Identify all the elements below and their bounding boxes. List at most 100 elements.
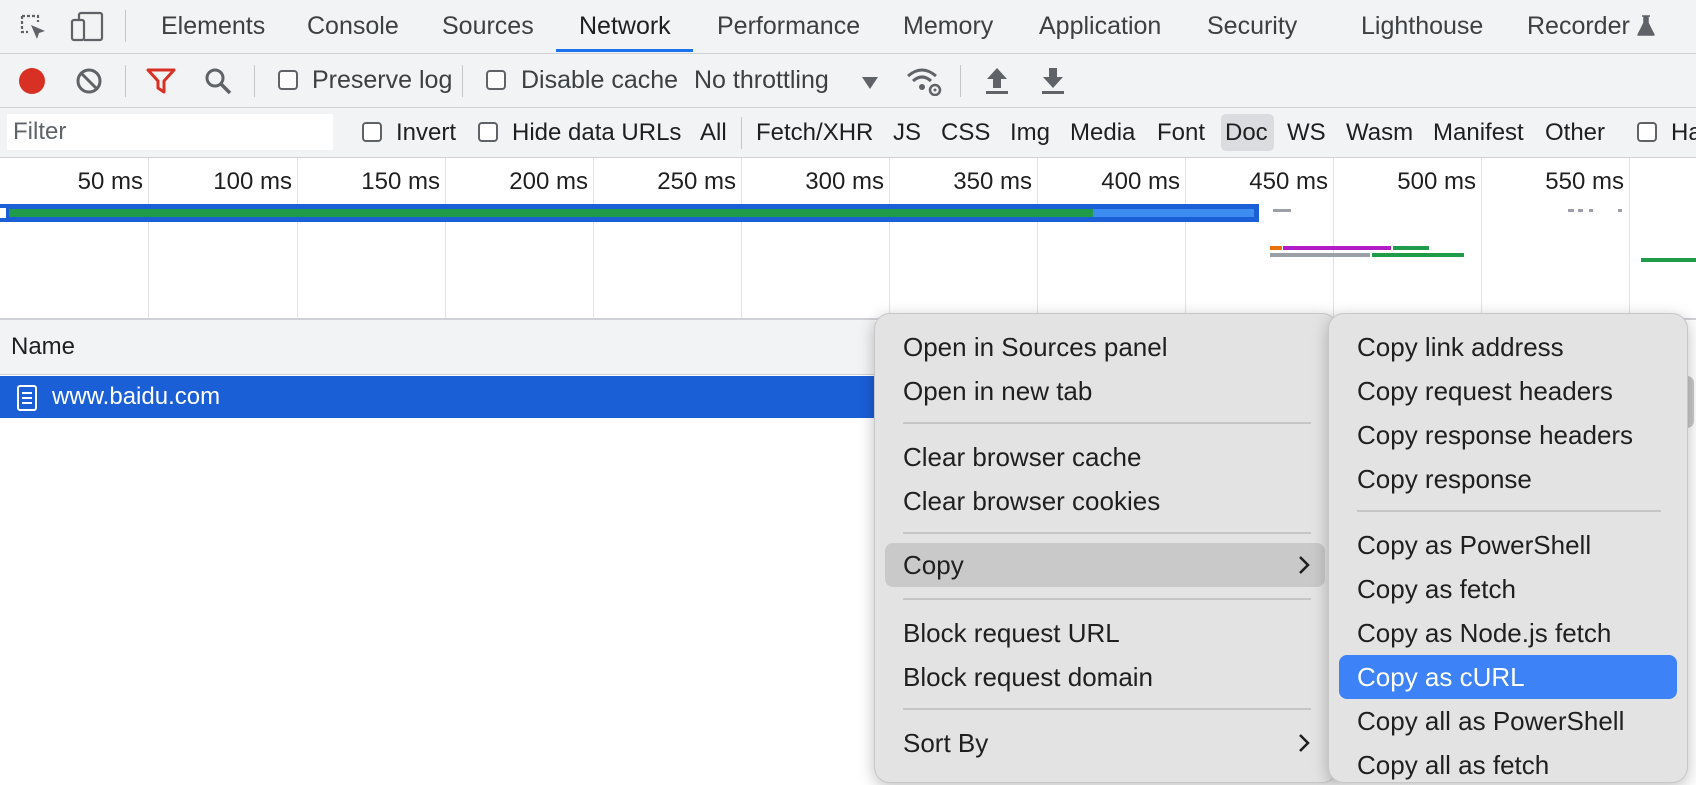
name-column-header-label: Name xyxy=(11,333,76,360)
table-row[interactable]: www.baidu.com xyxy=(0,376,875,418)
menu-item-clear-browser-cache[interactable]: Clear browser cache xyxy=(875,437,1337,477)
search-icon[interactable] xyxy=(204,67,232,100)
network-conditions-icon[interactable] xyxy=(906,66,942,101)
menu-separator xyxy=(903,708,1311,710)
submenu-item-copy-as-fetch[interactable]: Copy as fetch xyxy=(1329,569,1687,609)
grid-line xyxy=(148,158,149,318)
tick-label: 300 ms xyxy=(805,168,884,195)
tab-lighthouse[interactable]: Lighthouse xyxy=(1361,0,1483,53)
menu-item-open-in-new-tab[interactable]: Open in new tab xyxy=(875,371,1337,411)
export-har-icon[interactable] xyxy=(1040,65,1066,100)
waterfall-mini-bar xyxy=(1270,253,1370,257)
context-menu: Open in Sources panel Open in new tab Cl… xyxy=(874,313,1338,783)
submenu-item-copy-as-powershell[interactable]: Copy as PowerShell xyxy=(1329,525,1687,565)
submenu-item-copy-request-headers[interactable]: Copy request headers xyxy=(1329,371,1687,411)
tabbar-divider xyxy=(125,10,126,42)
throttling-select[interactable]: No throttling xyxy=(694,54,829,107)
tab-network[interactable]: Network xyxy=(579,0,671,53)
filter-type-doc[interactable]: Doc xyxy=(1225,108,1268,157)
timeline-overview: 50 ms 100 ms 150 ms 200 ms 250 ms 300 ms… xyxy=(0,158,1696,320)
filter-type-ws[interactable]: WS xyxy=(1287,108,1326,157)
disable-cache-label: Disable cache xyxy=(521,66,679,94)
menu-item-label: Clear browser cache xyxy=(903,442,1142,472)
menu-item-open-in-sources[interactable]: Open in Sources panel xyxy=(875,327,1337,367)
filter-type-css[interactable]: CSS xyxy=(941,108,990,157)
filter-type-media[interactable]: Media xyxy=(1070,108,1135,157)
tab-elements[interactable]: Elements xyxy=(161,0,265,53)
menu-item-label: Open in Sources panel xyxy=(903,332,1168,362)
devtools-tab-bar: Elements Console Sources Network Perform… xyxy=(0,0,1696,54)
filter-bar: Invert Hide data URLs All Fetch/XHR JS C… xyxy=(0,108,1696,158)
hide-data-urls-checkbox[interactable] xyxy=(478,122,498,142)
tab-performance[interactable]: Performance xyxy=(717,0,860,53)
filter-type-fetch-xhr[interactable]: Fetch/XHR xyxy=(756,108,873,157)
grid-line xyxy=(1185,158,1186,318)
submenu-item-copy-all-as-powershell[interactable]: Copy all as PowerShell xyxy=(1329,701,1687,741)
grid-line xyxy=(593,158,594,318)
menu-separator xyxy=(903,532,1311,534)
tab-application[interactable]: Application xyxy=(1039,0,1161,53)
menu-item-label: Copy all as PowerShell xyxy=(1357,706,1625,736)
menu-item-label: Copy as PowerShell xyxy=(1357,530,1592,560)
tab-sources[interactable]: Sources xyxy=(442,0,534,53)
filter-type-wasm[interactable]: Wasm xyxy=(1346,108,1413,157)
device-toolbar-icon[interactable] xyxy=(70,10,104,49)
record-icon[interactable] xyxy=(18,67,46,100)
menu-item-label: Block request domain xyxy=(903,662,1154,692)
tick-label: 550 ms xyxy=(1545,168,1624,195)
filter-type-img[interactable]: Img xyxy=(1010,108,1050,157)
filter-type-other[interactable]: Other xyxy=(1545,108,1605,157)
waterfall-mini-bar xyxy=(1589,209,1593,212)
toolbar-divider xyxy=(960,65,961,97)
menu-separator xyxy=(1357,510,1661,512)
tab-recorder[interactable]: Recorder xyxy=(1527,0,1630,53)
menu-item-label: Clear browser cookies xyxy=(903,486,1161,516)
submenu-item-copy-as-curl[interactable]: Copy as cURL xyxy=(1339,655,1677,699)
filter-type-manifest[interactable]: Manifest xyxy=(1433,108,1524,157)
waterfall-mini-bar xyxy=(1578,209,1583,212)
flask-icon xyxy=(1636,14,1656,43)
submenu-item-copy-link-address[interactable]: Copy link address xyxy=(1329,327,1687,367)
grid-line xyxy=(1629,158,1630,318)
disable-cache-checkbox[interactable] xyxy=(486,70,506,90)
tab-memory[interactable]: Memory xyxy=(903,0,993,53)
menu-item-copy[interactable]: Copy xyxy=(885,543,1325,587)
has-blocked-cookies-checkbox[interactable] xyxy=(1637,122,1657,142)
filter-icon[interactable] xyxy=(146,68,176,99)
tab-console[interactable]: Console xyxy=(307,0,399,53)
tick-label: 450 ms xyxy=(1249,168,1328,195)
submenu-item-copy-response[interactable]: Copy response xyxy=(1329,459,1687,499)
invert-label: Invert xyxy=(396,119,457,146)
name-column-header[interactable]: Name xyxy=(0,320,875,375)
filter-type-all[interactable]: All xyxy=(700,108,727,157)
has-blocked-cookies-label: Ha xyxy=(1671,119,1696,146)
submenu-item-copy-as-nodejs-fetch[interactable]: Copy as Node.js fetch xyxy=(1329,613,1687,653)
preserve-log-checkbox[interactable] xyxy=(278,70,298,90)
submenu-item-copy-all-as-fetch[interactable]: Copy all as fetch xyxy=(1329,745,1687,785)
filter-type-font[interactable]: Font xyxy=(1157,108,1205,157)
menu-item-block-request-url[interactable]: Block request URL xyxy=(875,613,1337,653)
import-har-icon[interactable] xyxy=(984,65,1010,100)
tab-security[interactable]: Security xyxy=(1207,0,1297,53)
copy-submenu: Copy link address Copy request headers C… xyxy=(1328,313,1688,783)
tick-label: 200 ms xyxy=(509,168,588,195)
menu-item-sort-by[interactable]: Sort By xyxy=(875,723,1337,763)
tick-label: 250 ms xyxy=(657,168,736,195)
filter-type-js[interactable]: JS xyxy=(893,108,921,157)
menu-item-clear-browser-cookies[interactable]: Clear browser cookies xyxy=(875,481,1337,521)
dropdown-arrow-icon[interactable] xyxy=(862,76,878,94)
waterfall-start-marker xyxy=(0,208,6,218)
submenu-item-copy-response-headers[interactable]: Copy response headers xyxy=(1329,415,1687,455)
tick-label: 150 ms xyxy=(361,168,440,195)
grid-line xyxy=(1333,158,1334,318)
clear-icon[interactable] xyxy=(75,67,103,100)
inspect-element-icon[interactable] xyxy=(18,12,48,47)
filter-input[interactable] xyxy=(7,114,333,150)
tick-label: 350 ms xyxy=(953,168,1032,195)
tick-label: 500 ms xyxy=(1397,168,1476,195)
waterfall-mini-bar xyxy=(1273,209,1291,212)
grid-line xyxy=(1481,158,1482,318)
menu-item-block-request-domain[interactable]: Block request domain xyxy=(875,657,1337,697)
invert-checkbox[interactable] xyxy=(362,122,382,142)
hide-data-urls-label: Hide data URLs xyxy=(512,119,682,146)
